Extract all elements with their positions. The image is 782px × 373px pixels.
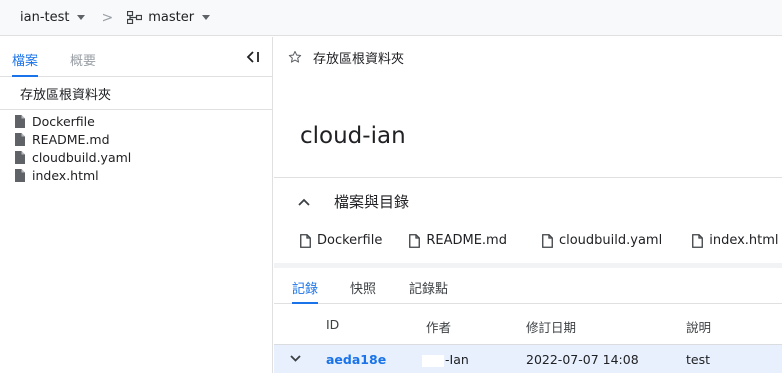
file-name: index.html <box>32 167 99 183</box>
branch-name: master <box>148 10 195 25</box>
file-name: cloudbuild.yaml <box>558 233 663 248</box>
file-name: Dockerfile <box>317 233 383 248</box>
column-header-author: 作者 <box>426 320 452 335</box>
file-tree-item[interactable]: cloudbuild.yaml <box>0 148 272 166</box>
root-folder-item[interactable]: 存放區根資料夾 <box>0 77 272 110</box>
commit-date: 2022-07-07 14:08 <box>526 352 639 367</box>
branch-selector[interactable]: master <box>127 10 211 25</box>
commit-id-link[interactable]: aeda18e <box>326 352 386 367</box>
left-tabs: 檔案 概要 <box>0 37 272 77</box>
top-bar: ian-test > master <box>0 0 782 36</box>
breadcrumb-separator: > <box>101 9 114 26</box>
files-section-header[interactable]: 檔案與目錄 <box>298 191 409 212</box>
file-chip[interactable]: Dockerfile <box>300 233 382 248</box>
repo-name: ian-test <box>20 10 70 25</box>
tab-history[interactable]: 記錄 <box>292 278 318 297</box>
tab-snapshots[interactable]: 快照 <box>350 278 376 297</box>
file-tree-item[interactable]: README.md <box>0 130 272 148</box>
collapse-left-icon <box>246 51 259 63</box>
active-tab-indicator <box>292 302 318 304</box>
commit-description: test <box>686 352 711 367</box>
star-icon[interactable] <box>288 50 302 64</box>
file-outline-icon <box>409 233 421 248</box>
file-name: README.md <box>32 131 110 147</box>
column-header-id: ID <box>326 317 340 332</box>
tab-checkpoints[interactable]: 記錄點 <box>409 278 448 297</box>
file-tree-item[interactable]: index.html <box>0 166 272 184</box>
author-name: -Ian <box>445 352 469 367</box>
divider <box>274 177 782 178</box>
repo-overview-panel: 存放區根資料夾 cloud-ian 檔案與目錄 Dockerfile READM… <box>274 37 782 373</box>
file-chip[interactable]: README.md <box>409 233 507 248</box>
caret-down-icon <box>202 15 211 20</box>
file-outline-icon <box>542 233 553 248</box>
file-chip[interactable]: index.html <box>692 233 779 248</box>
file-name: README.md <box>426 233 507 248</box>
panel-title: 存放區根資料夾 <box>313 51 405 67</box>
file-outline-icon <box>300 233 311 248</box>
file-tree: Dockerfile README.md cloudbuild.yaml ind… <box>0 110 272 184</box>
history-tabs: 記錄 快照 記錄點 <box>274 268 782 304</box>
caret-down-icon <box>77 15 86 20</box>
branch-icon <box>127 11 143 24</box>
file-name: Dockerfile <box>32 113 95 129</box>
file-tree-item[interactable]: Dockerfile <box>0 112 272 130</box>
column-header-date: 修訂日期 <box>526 320 577 335</box>
file-icon <box>15 132 25 146</box>
file-name: index.html <box>709 233 779 248</box>
table-header: ID 作者 修訂日期 說明 <box>274 305 782 344</box>
panel-header: 存放區根資料夾 <box>274 37 782 77</box>
section-title: 檔案與目錄 <box>334 193 410 211</box>
chevron-up-icon[interactable] <box>298 198 310 206</box>
file-list: Dockerfile README.md cloudbuild.yaml ind… <box>300 233 779 248</box>
file-icon <box>15 150 25 164</box>
file-browser-panel: 檔案 概要 存放區根資料夾 Dockerfile README.md cloud… <box>0 37 273 373</box>
tab-files[interactable]: 檔案 <box>12 50 38 69</box>
expand-row-icon[interactable] <box>290 355 301 362</box>
file-chip[interactable]: cloudbuild.yaml <box>542 233 662 248</box>
table-row[interactable]: aeda18e -Ian 2022-07-07 14:08 test <box>274 344 782 373</box>
file-outline-icon <box>692 233 704 248</box>
file-icon <box>15 114 25 128</box>
collapse-panel-button[interactable] <box>243 47 263 67</box>
column-header-description: 說明 <box>686 320 712 335</box>
redacted-block <box>422 354 444 367</box>
repo-title: cloud-ian <box>300 123 406 149</box>
commit-author: -Ian <box>422 352 469 367</box>
repo-selector[interactable]: ian-test <box>20 10 86 25</box>
file-name: cloudbuild.yaml <box>32 149 132 165</box>
tab-overview[interactable]: 概要 <box>70 50 96 69</box>
file-icon <box>15 168 25 182</box>
active-tab-indicator <box>12 75 38 77</box>
